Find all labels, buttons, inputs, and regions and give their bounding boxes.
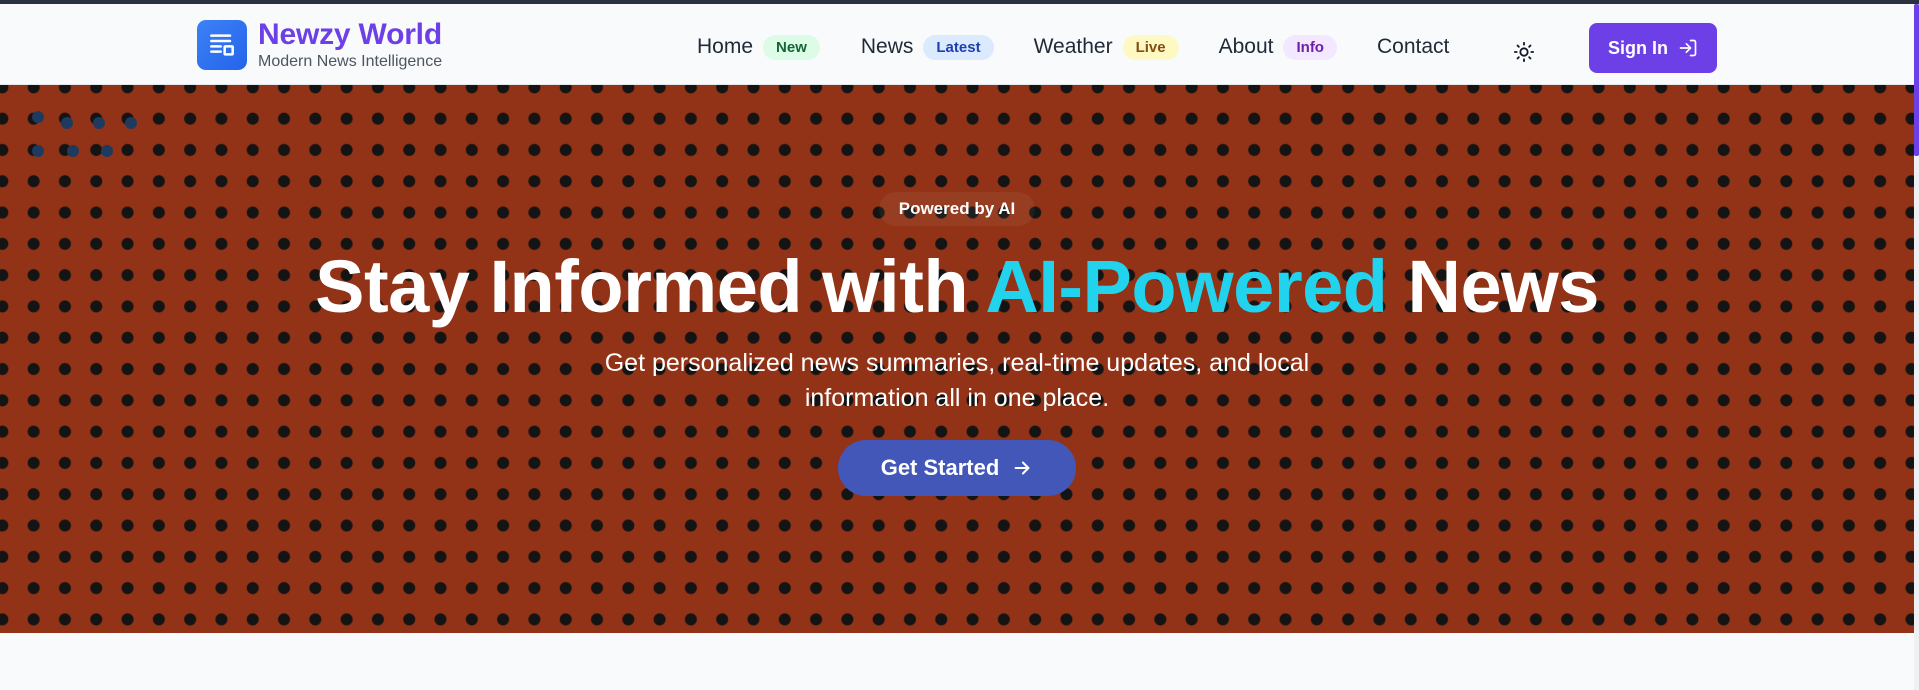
badge-new: New (763, 34, 820, 60)
hero-section: Powered by AI Stay Informed with AI-Powe… (0, 85, 1914, 633)
sign-in-button[interactable]: Sign In (1589, 23, 1717, 73)
navbar: Newzy World Modern News Intelligence Hom… (0, 4, 1914, 85)
brand-text: Newzy World Modern News Intelligence (258, 19, 442, 71)
sign-in-label: Sign In (1608, 37, 1668, 58)
hero-title-part1: Stay Informed with (315, 245, 986, 328)
nav-item-weather[interactable]: Weather Live (1033, 34, 1179, 60)
brand-subtitle: Modern News Intelligence (258, 53, 443, 70)
sign-in-icon (1679, 39, 1697, 57)
theme-toggle[interactable] (1506, 34, 1542, 70)
nav-label-home: Home (697, 35, 754, 58)
brand[interactable]: Newzy World Modern News Intelligence (197, 19, 442, 71)
main-nav: Home New News Latest Weather Live About … (697, 30, 1449, 64)
hero-title: Stay Informed with AI-Powered News (315, 244, 1599, 330)
nav-label-weather: Weather (1033, 35, 1113, 58)
page-scrollbar[interactable] (1914, 4, 1919, 690)
badge-latest: Latest (923, 34, 994, 60)
nav-label-news: News (860, 35, 914, 58)
nav-label-contact: Contact (1376, 35, 1450, 58)
sun-icon (1513, 41, 1535, 63)
nav-item-news[interactable]: News Latest (860, 34, 994, 60)
get-started-button[interactable]: Get Started (838, 440, 1076, 496)
powered-by-badge: Powered by AI (878, 192, 1036, 226)
arrow-right-icon (1014, 461, 1030, 475)
nav-item-home[interactable]: Home New (697, 34, 820, 60)
hero-title-accent: AI-Powered (985, 245, 1388, 328)
badge-info: Info (1283, 34, 1337, 60)
nav-item-contact[interactable]: Contact (1377, 35, 1449, 59)
get-started-label: Get Started (880, 455, 1000, 480)
badge-live: Live (1122, 34, 1179, 60)
hero-content: Powered by AI Stay Informed with AI-Powe… (0, 85, 1914, 633)
nav-item-about[interactable]: About Info (1218, 34, 1337, 60)
hero-description: Get personalized news summaries, real-ti… (604, 349, 1310, 412)
scrollbar-thumb[interactable] (1914, 4, 1919, 156)
nav-label-about: About (1218, 35, 1274, 58)
hero-title-part2: News (1387, 245, 1600, 328)
brand-title: Newzy World (258, 18, 442, 51)
newspaper-icon (197, 20, 247, 70)
